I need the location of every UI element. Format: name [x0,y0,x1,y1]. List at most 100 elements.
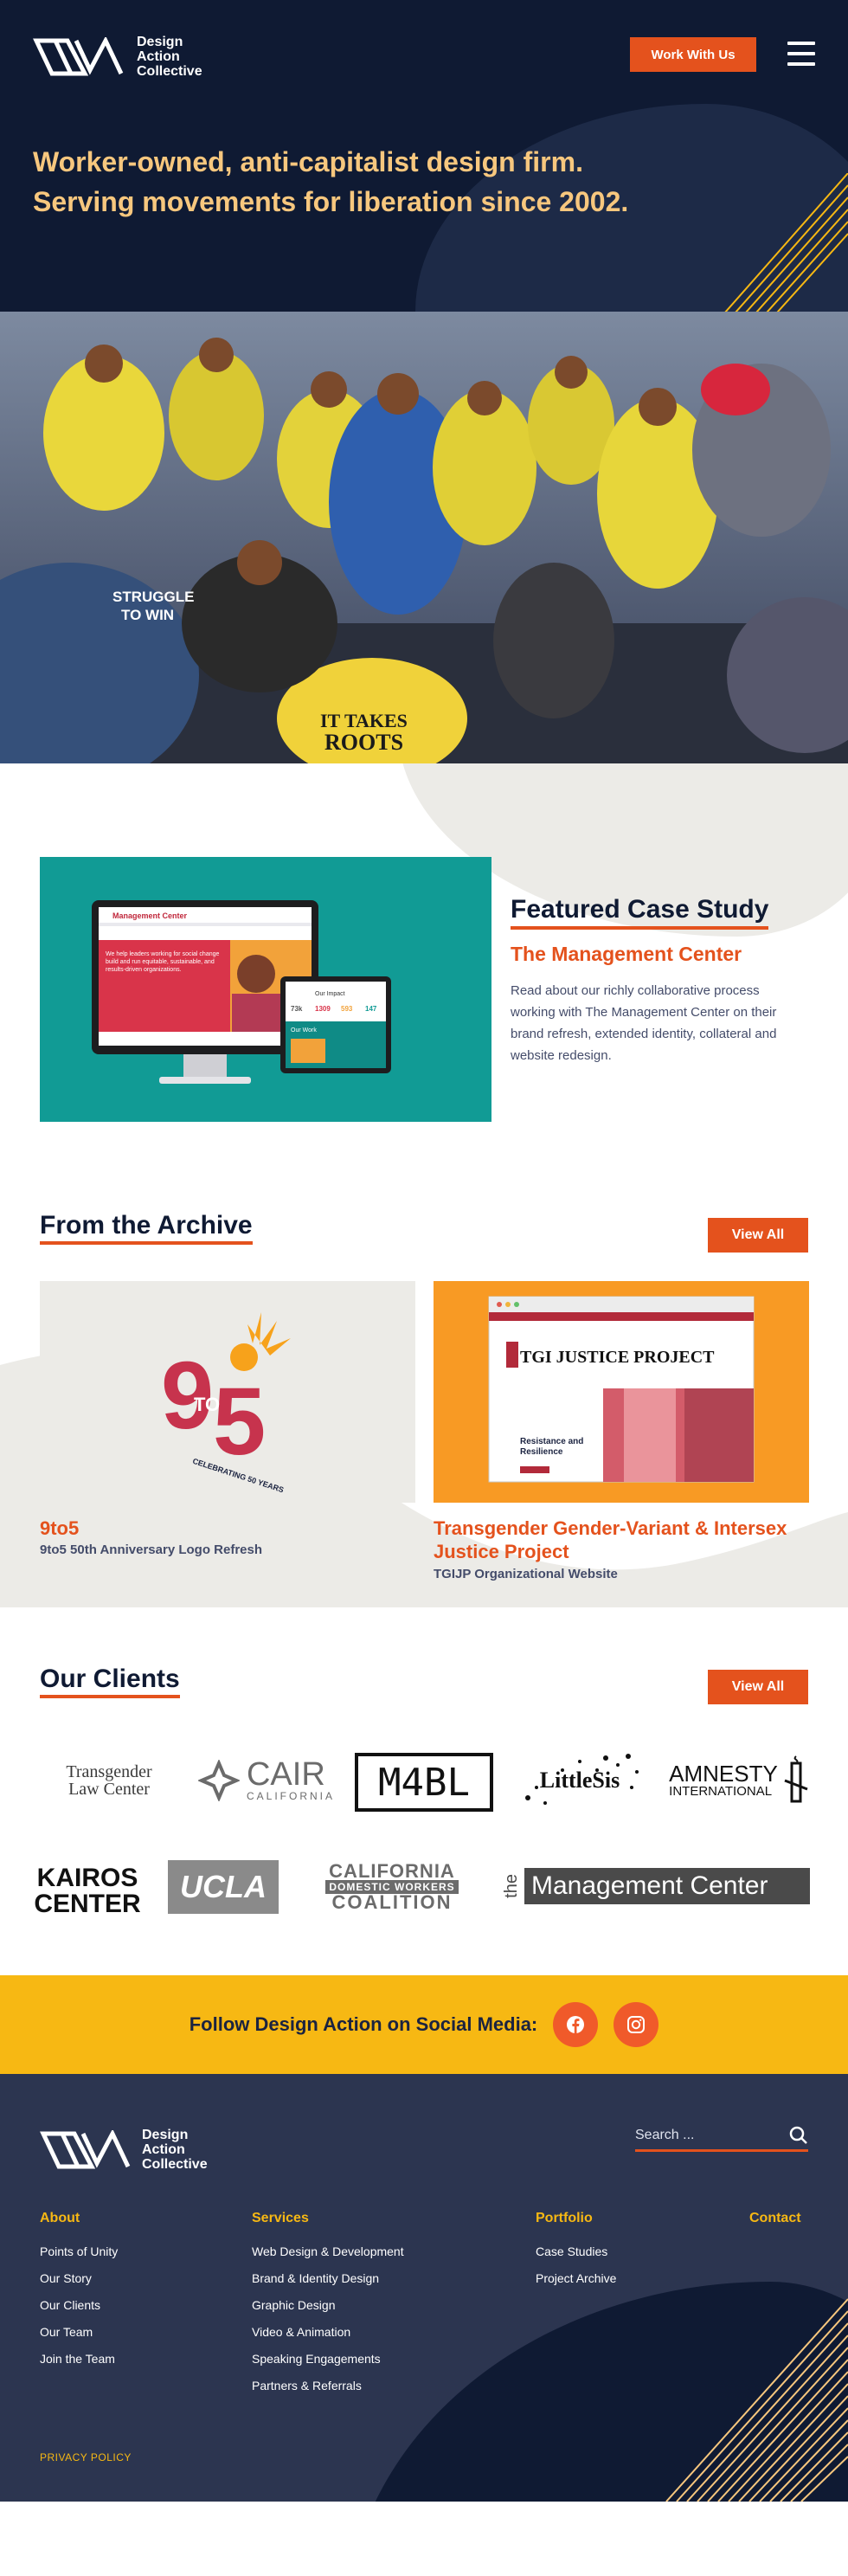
tgijp-website-image: TGI JUSTICE PROJECT Resistance and Resil… [488,1296,755,1483]
client-logo-cdwc[interactable]: CALIFORNIA DOMESTIC WORKERS COALITION [298,1858,486,1916]
archive-card-subtitle-tgijp: TGIJP Organizational Website [434,1567,618,1581]
littlesis-name: LittleSis [539,1768,620,1793]
facebook-button[interactable] [553,2002,599,2047]
client-logo-cair[interactable]: CAIR CALIFORNIA [197,1750,336,1811]
kairos-name: KAIROS [36,1864,138,1892]
tgijp-mock-text: Resistance and Resilience [520,1437,584,1457]
banner-text-2: ROOTS [324,730,403,755]
search-input[interactable] [635,2127,774,2143]
tmc-the: the [502,1874,521,1898]
search-icon[interactable] [789,2126,808,2145]
archive-card-image-9to5[interactable]: 9 5 TO CELEBRATING 50 YEARS [40,1281,415,1503]
client-logo-amnesty[interactable]: AMNESTY INTERNATIONAL [668,1750,810,1811]
footer-link[interactable]: Partners & Referrals [252,2379,362,2392]
footer-link[interactable]: Our Clients [40,2298,100,2312]
client-logo-transgender-law-center[interactable]: Transgender Law Center [40,1750,178,1811]
footer-heading-contact[interactable]: Contact [749,2211,801,2226]
footer-logo-line-2: Action [142,2142,185,2157]
featured-heading: Featured Case Study [511,895,769,930]
footer-logo[interactable]: Design Action Collective [40,2128,208,2172]
instagram-icon [627,2016,646,2033]
footer-column-about: About Points of Unity Our Story Our Clie… [40,2211,118,2373]
archive-view-all-button[interactable]: View All [708,1218,808,1253]
clients-section: Our Clients View All Transgender Law Cen… [0,1607,848,1975]
site-header: Design Action Collective Work With Us Wo… [0,0,848,312]
archive-card-image-tgijp[interactable]: TGI JUSTICE PROJECT Resistance and Resil… [434,1281,809,1503]
footer-logo-line-3: Collective [142,2157,208,2172]
9to5-logo-image: 9 5 TO CELEBRATING 50 YEARS [161,1312,291,1494]
tgijp-mock-heading: TGI JUSTICE PROJECT [520,1348,715,1367]
kairos-sub: CENTER [34,1890,141,1918]
tmc-name: Management Center [524,1868,810,1904]
client-logo-m4bl[interactable]: M4BL [355,1753,493,1812]
footer-heading-portfolio[interactable]: Portfolio [536,2211,616,2226]
footer-link[interactable]: Points of Unity [40,2244,118,2258]
design-action-logo-icon [33,36,124,75]
footer-search [635,2121,808,2152]
amnesty-name: AMNESTY [669,1760,778,1787]
featured-case-study: Management Center We help leaders workin… [0,763,848,1175]
client-logo-management-center[interactable]: the Management Center [502,1865,810,1907]
footer-link[interactable]: Join the Team [40,2352,115,2366]
rally-crowd-image: STRUGGLE TO WIN IT TAKES ROOTS [0,312,848,763]
footer-link[interactable]: Project Archive [536,2271,616,2285]
mockup-stat-4: 147 [365,1005,377,1013]
instagram-button[interactable] [614,2002,659,2047]
mockup-work-title: Our Work [291,1027,317,1034]
footer-link[interactable]: Our Story [40,2271,92,2285]
site-footer: Design Action Collective About Points of… [0,2074,848,2502]
footer-column-portfolio: Portfolio Case Studies Project Archive [536,2211,616,2292]
tlc-line-2: Law Center [68,1780,150,1799]
clients-heading: Our Clients [40,1665,180,1698]
featured-description: Read about our richly collaborative proc… [511,983,777,1063]
hamburger-menu-icon[interactable] [787,42,815,66]
amnesty-sub: INTERNATIONAL [669,1783,773,1799]
shirt-text-2: TO WIN [121,607,174,623]
device-mockup-illustration: Management Center We help leaders workin… [92,900,391,1084]
client-logo-ucla[interactable]: UCLA [168,1860,279,1914]
archive-card-title-tgijp[interactable]: Transgender Gender-Variant & Intersex Ju… [434,1517,809,1563]
cair-sub: CALIFORNIA [246,1790,335,1802]
mockup-hero-text: We help leaders working for social chang… [106,951,220,973]
featured-client-link[interactable]: The Management Center [511,943,742,966]
clients-view-all-button[interactable]: View All [708,1670,808,1704]
social-media-bar: Follow Design Action on Social Media: [0,1975,848,2074]
client-logo-kairos[interactable]: KAIROS CENTER [34,1852,140,1930]
archive-card-subtitle-9to5: 9to5 50th Anniversary Logo Refresh [40,1542,263,1557]
privacy-policy-link[interactable]: PRIVACY POLICY [40,2451,132,2463]
footer-link[interactable]: Case Studies [536,2244,607,2258]
banner-text-1: IT TAKES [320,710,408,731]
footer-heading-services[interactable]: Services [252,2211,404,2226]
footer-link[interactable]: Graphic Design [252,2298,336,2312]
archive-card-title-9to5[interactable]: 9to5 [40,1517,415,1540]
mockup-stat-3: 593 [341,1005,353,1013]
archive-section: From the Archive View All 9 5 TO CELEBRA… [0,1175,848,1607]
logo-line-3: Collective [137,64,202,79]
cdwc-line-1: CALIFORNIA [329,1860,455,1882]
footer-heading-about[interactable]: About [40,2211,118,2226]
work-with-us-button[interactable]: Work With Us [630,37,756,72]
footer-link[interactable]: Video & Animation [252,2325,350,2339]
logo-line-2: Action [137,49,180,64]
archive-heading: From the Archive [40,1211,253,1245]
footer-link[interactable]: Web Design & Development [252,2244,404,2258]
cair-emblem-icon [197,1760,240,1801]
footer-link[interactable]: Brand & Identity Design [252,2271,379,2285]
hero-tagline: Worker-owned, anti-capitalist design fir… [33,146,629,217]
hero-photo: STRUGGLE TO WIN IT TAKES ROOTS [0,312,848,763]
amnesty-candle-icon [784,1755,808,1803]
cair-name: CAIR [246,1756,325,1793]
mockup-stat-1: 73k [291,1005,303,1013]
footer-logo-line-1: Design [142,2128,189,2142]
footer-column-services: Services Web Design & Development Brand … [252,2211,404,2399]
footer-column-contact: Contact [749,2211,801,2238]
featured-case-study-image[interactable]: Management Center We help leaders workin… [40,857,491,1122]
logo-wordmark: Design Action Collective [137,35,202,79]
cdwc-line-3: COALITION [331,1891,453,1913]
mockup-stat-2: 1309 [315,1005,331,1013]
site-logo[interactable]: Design Action Collective [33,35,202,79]
client-logo-littlesis[interactable]: LittleSis [511,1746,649,1815]
footer-logo-wordmark: Design Action Collective [142,2128,208,2172]
footer-link[interactable]: Our Team [40,2325,93,2339]
footer-link[interactable]: Speaking Engagements [252,2352,381,2366]
